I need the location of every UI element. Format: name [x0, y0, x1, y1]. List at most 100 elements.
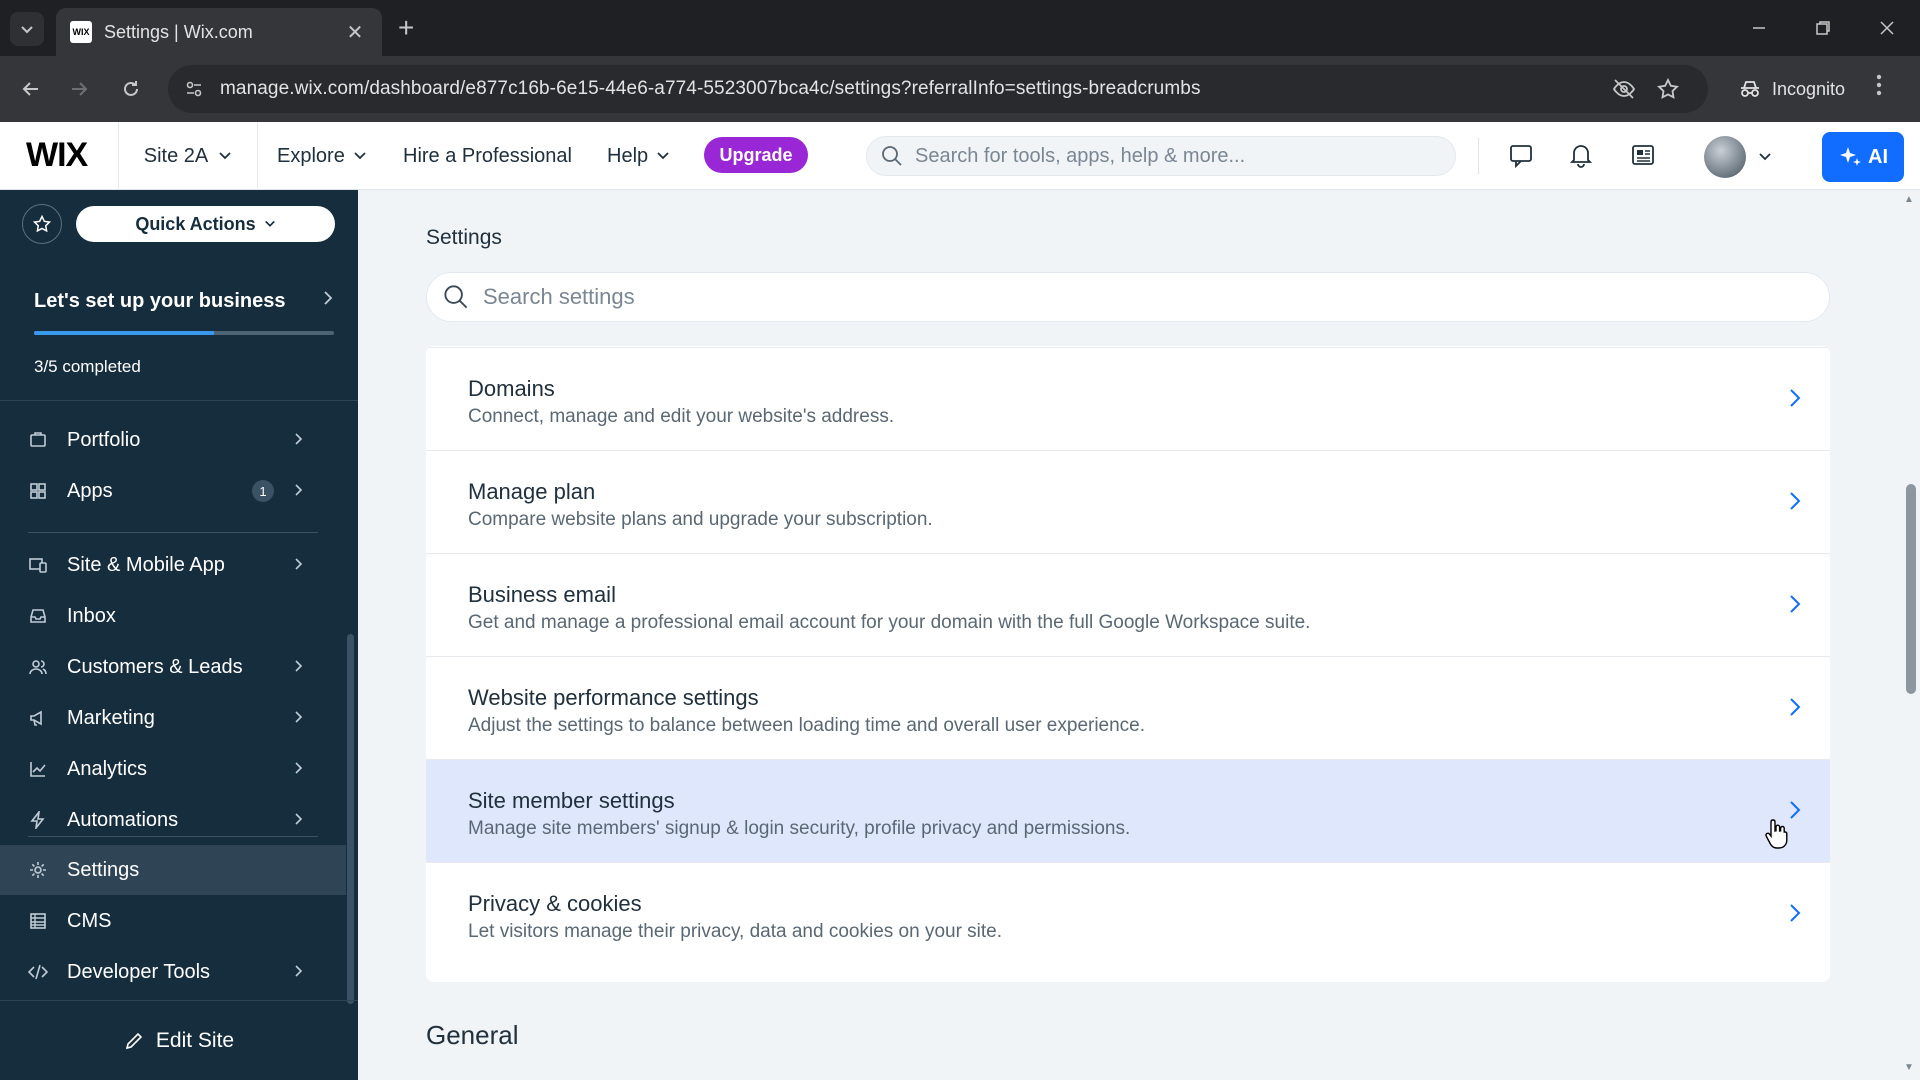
- chevron-right-icon: [1788, 386, 1802, 415]
- sidebar-item-settings[interactable]: Settings: [0, 845, 346, 895]
- browser-toolbar: manage.wix.com/dashboard/e877c16b-6e15-4…: [0, 56, 1920, 122]
- bell-icon[interactable]: [1568, 142, 1594, 173]
- row-title: Privacy & cookies: [468, 891, 642, 916]
- address-bar[interactable]: manage.wix.com/dashboard/e877c16b-6e15-4…: [168, 65, 1708, 113]
- edit-site-button[interactable]: Edit Site: [0, 1000, 358, 1080]
- site-switcher[interactable]: Site 2A: [118, 122, 258, 190]
- top-search-input[interactable]: [915, 144, 1435, 168]
- sidebar-item-label: Apps: [67, 479, 113, 502]
- sidebar-item-analytics[interactable]: Analytics: [0, 744, 346, 794]
- hand-cursor-icon: [1764, 818, 1790, 855]
- settings-row-website-performance[interactable]: Website performance settings Adjust the …: [426, 656, 1830, 759]
- ai-assistant-button[interactable]: AI: [1822, 132, 1904, 182]
- tab-title: Settings | Wix.com: [104, 21, 253, 42]
- favorites-star-icon[interactable]: [22, 204, 62, 244]
- sidebar-item-customers-leads[interactable]: Customers & Leads: [0, 642, 346, 692]
- chevron-right-icon: [294, 758, 304, 781]
- business-setup-panel[interactable]: Let's set up your business 3/5 completed: [34, 290, 334, 377]
- sparkle-icon: [1840, 147, 1861, 166]
- setup-title: Let's set up your business: [34, 290, 286, 312]
- sidebar-item-developer-tools[interactable]: Developer Tools: [0, 947, 346, 997]
- avatar: [1704, 136, 1746, 178]
- chevron-down-icon: [219, 152, 231, 160]
- browser-menu-icon[interactable]: [1876, 74, 1882, 101]
- wix-favicon-icon: WIX: [70, 21, 92, 43]
- minimize-icon[interactable]: [1734, 10, 1784, 46]
- scroll-down-icon[interactable]: ▼: [1904, 1062, 1914, 1073]
- restore-icon[interactable]: [1798, 10, 1848, 46]
- sidebar-item-marketing[interactable]: Marketing: [0, 693, 346, 743]
- pencil-icon: [125, 1032, 143, 1049]
- chevron-right-icon: [1788, 592, 1802, 621]
- sidebar-item-cms[interactable]: CMS: [0, 896, 346, 946]
- sidebar-item-label: Settings: [67, 858, 140, 881]
- row-description: Adjust the settings to balance between l…: [468, 715, 1146, 736]
- settings-row-manage-plan[interactable]: Manage plan Compare website plans and up…: [426, 450, 1830, 553]
- help-menu[interactable]: Help: [607, 122, 670, 190]
- sidebar-item-label: Automations: [67, 808, 179, 831]
- sidebar-item-apps[interactable]: Apps 1: [0, 466, 346, 516]
- main-scrollbar-thumb[interactable]: [1906, 484, 1916, 694]
- cms-icon: [28, 911, 48, 931]
- top-search-box[interactable]: [866, 136, 1456, 176]
- settings-search-box[interactable]: [426, 272, 1830, 322]
- news-icon[interactable]: [1630, 142, 1656, 173]
- explore-menu[interactable]: Explore: [277, 122, 367, 190]
- settings-row-domains[interactable]: Domains Connect, manage and edit your we…: [426, 347, 1830, 450]
- divider: [0, 400, 358, 401]
- sidebar-scrollbar[interactable]: [347, 634, 354, 1004]
- sidebar-item-site-mobile-app[interactable]: Site & Mobile App: [0, 540, 346, 590]
- sidebar-item-inbox[interactable]: Inbox: [0, 591, 346, 641]
- reload-icon[interactable]: [114, 72, 148, 106]
- chevron-right-icon: [322, 290, 334, 311]
- sidebar-item-label: Marketing: [67, 706, 155, 729]
- browser-tab-settings[interactable]: WIX Settings | Wix.com ✕: [56, 8, 382, 56]
- messages-icon[interactable]: [1508, 142, 1534, 173]
- window-close-icon[interactable]: [1862, 10, 1912, 46]
- settings-row-privacy-cookies[interactable]: Privacy & cookies Let visitors manage th…: [426, 862, 1830, 965]
- settings-list-card: Domains Connect, manage and edit your we…: [426, 346, 1830, 982]
- ai-label: AI: [1868, 145, 1888, 168]
- account-menu[interactable]: [1704, 136, 1772, 178]
- scroll-up-icon[interactable]: ▲: [1904, 194, 1914, 205]
- new-tab-icon[interactable]: +: [398, 14, 414, 42]
- divider: [1478, 138, 1479, 174]
- chevron-down-icon: [354, 152, 366, 160]
- tab-search-button[interactable]: [10, 12, 44, 46]
- row-title: Business email: [468, 582, 616, 607]
- chevron-right-icon: [1788, 901, 1802, 930]
- upgrade-button[interactable]: Upgrade: [704, 137, 808, 173]
- chevron-right-icon: [294, 961, 304, 984]
- setup-count: 3/5 completed: [34, 357, 141, 376]
- chevron-down-icon: [1759, 153, 1771, 161]
- bookmark-star-icon[interactable]: [1656, 77, 1680, 106]
- forward-icon[interactable]: [62, 72, 96, 106]
- search-icon: [882, 146, 902, 166]
- apps-icon: [28, 481, 48, 501]
- settings-row-site-member[interactable]: Site member settings Manage site members…: [426, 759, 1830, 862]
- site-mobile-icon: [28, 555, 48, 575]
- back-icon[interactable]: [14, 72, 48, 106]
- settings-search-input[interactable]: [483, 284, 1783, 310]
- help-label: Help: [607, 144, 649, 167]
- search-icon: [444, 285, 468, 309]
- sidebar-item-label: CMS: [67, 909, 112, 932]
- hire-professional-link[interactable]: Hire a Professional: [403, 122, 572, 190]
- tab-close-icon[interactable]: ✕: [342, 20, 368, 45]
- wix-logo[interactable]: WIX: [26, 136, 88, 175]
- site-info-icon[interactable]: [184, 79, 204, 104]
- incognito-indicator[interactable]: Incognito: [1724, 66, 1859, 112]
- quick-actions-button[interactable]: Quick Actions: [76, 206, 335, 242]
- setup-progress-fill: [34, 331, 214, 335]
- row-description: Manage site members' signup & login secu…: [468, 818, 1131, 839]
- wix-top-bar: WIX Site 2A Explore Hire a Professional …: [0, 122, 1920, 190]
- sidebar-item-automations[interactable]: Automations: [0, 795, 346, 845]
- settings-row-business-email[interactable]: Business email Get and manage a professi…: [426, 553, 1830, 656]
- eye-off-icon[interactable]: [1612, 78, 1636, 105]
- sidebar-item-label: Inbox: [67, 604, 116, 627]
- chevron-down-icon: [657, 152, 669, 160]
- sidebar-item-label: Site & Mobile App: [67, 553, 225, 576]
- sidebar-item-portfolio[interactable]: Portfolio: [0, 415, 346, 465]
- code-icon: [28, 962, 48, 982]
- site-name: Site 2A: [143, 144, 209, 167]
